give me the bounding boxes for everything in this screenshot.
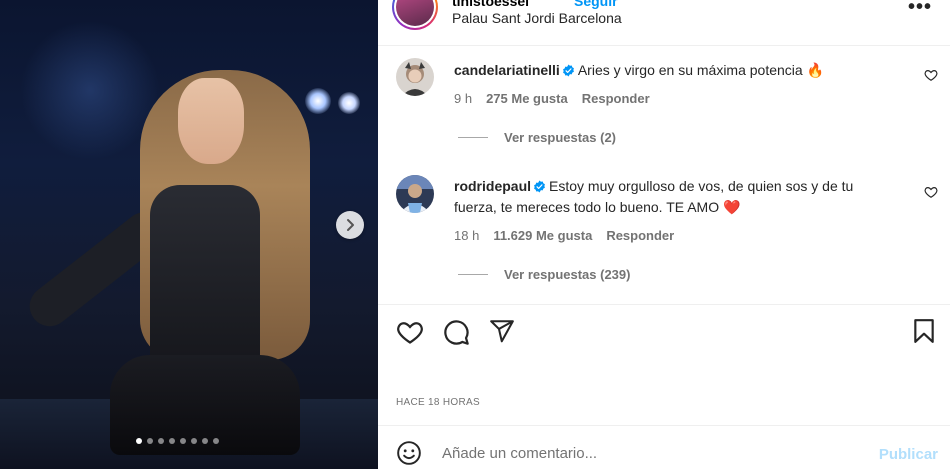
comment-username[interactable]: rodridepaul [454,178,531,194]
comment-meta: 18 h 11.629 Me gusta Responder [454,228,674,243]
follow-button[interactable]: Seguir [574,0,618,9]
carousel-dot [136,438,142,444]
share-icon[interactable] [489,318,515,344]
stage-light [338,92,360,114]
comment-input[interactable] [442,442,862,464]
heart-icon[interactable] [396,318,424,346]
verified-badge-icon [562,64,574,77]
heart-icon[interactable] [924,68,938,82]
view-replies-label: Ver respuestas (239) [504,267,631,282]
stage-light [20,20,160,160]
carousel-dot [147,438,153,444]
stage-light [305,88,331,114]
performer-body [150,185,260,365]
more-options-button[interactable]: ••• [908,0,932,19]
reply-button[interactable]: Responder [606,228,674,243]
carousel-dot [180,438,186,444]
comment-time[interactable]: 9 h [454,91,472,106]
carousel-dot [169,438,175,444]
comment-body: rodridepaul Estoy muy orgulloso de vos, d… [454,176,894,218]
carousel-dot [202,438,208,444]
carousel-dot [158,438,164,444]
author-username[interactable]: tinistoessel [452,0,529,9]
comment-username[interactable]: candelariatinelli [454,62,560,78]
commenter-avatar[interactable] [396,58,434,96]
carousel-dots [136,438,219,444]
comment-meta: 9 h 275 Me gusta Responder [454,91,650,106]
heart-icon[interactable] [924,185,938,199]
bookmark-icon[interactable] [911,318,937,344]
publish-button[interactable]: Publicar [879,446,938,463]
view-replies-button[interactable]: Ver respuestas (239) [458,267,630,282]
view-replies-label: Ver respuestas (2) [504,130,617,145]
comment-body: candelariatinelli Aries y virgo en su máx… [454,60,894,81]
commenter-avatar[interactable] [396,175,434,213]
post-media[interactable] [0,0,378,469]
comment-likes[interactable]: 11.629 Me gusta [493,228,592,243]
comment-likes[interactable]: 275 Me gusta [486,91,568,106]
comment-text: Aries y virgo en su máxima potencia 🔥 [577,62,825,78]
composer-divider [378,425,950,426]
post-header: tinistoessel Seguir Palau Sant Jordi Bar… [378,0,950,46]
emoji-icon[interactable] [396,440,422,466]
carousel-dot [213,438,219,444]
comment-time[interactable]: 18 h [454,228,479,243]
actions-divider [378,304,950,305]
view-replies-button[interactable]: Ver respuestas (2) [458,130,616,145]
replies-divider [458,274,488,275]
post-location[interactable]: Palau Sant Jordi Barcelona [452,10,622,26]
post-actions [378,318,950,350]
performer-face [178,78,244,164]
post-sidebar: tinistoessel Seguir Palau Sant Jordi Bar… [378,0,950,469]
comment-icon[interactable] [442,318,470,346]
post-timestamp[interactable]: HACE 18 HORAS [396,397,480,408]
chevron-right-icon [347,219,354,231]
carousel-next-button[interactable] [336,211,364,239]
author-avatar[interactable] [392,0,438,30]
carousel-dot [191,438,197,444]
verified-badge-icon [534,180,545,193]
replies-divider [458,137,488,138]
reply-button[interactable]: Responder [582,91,650,106]
